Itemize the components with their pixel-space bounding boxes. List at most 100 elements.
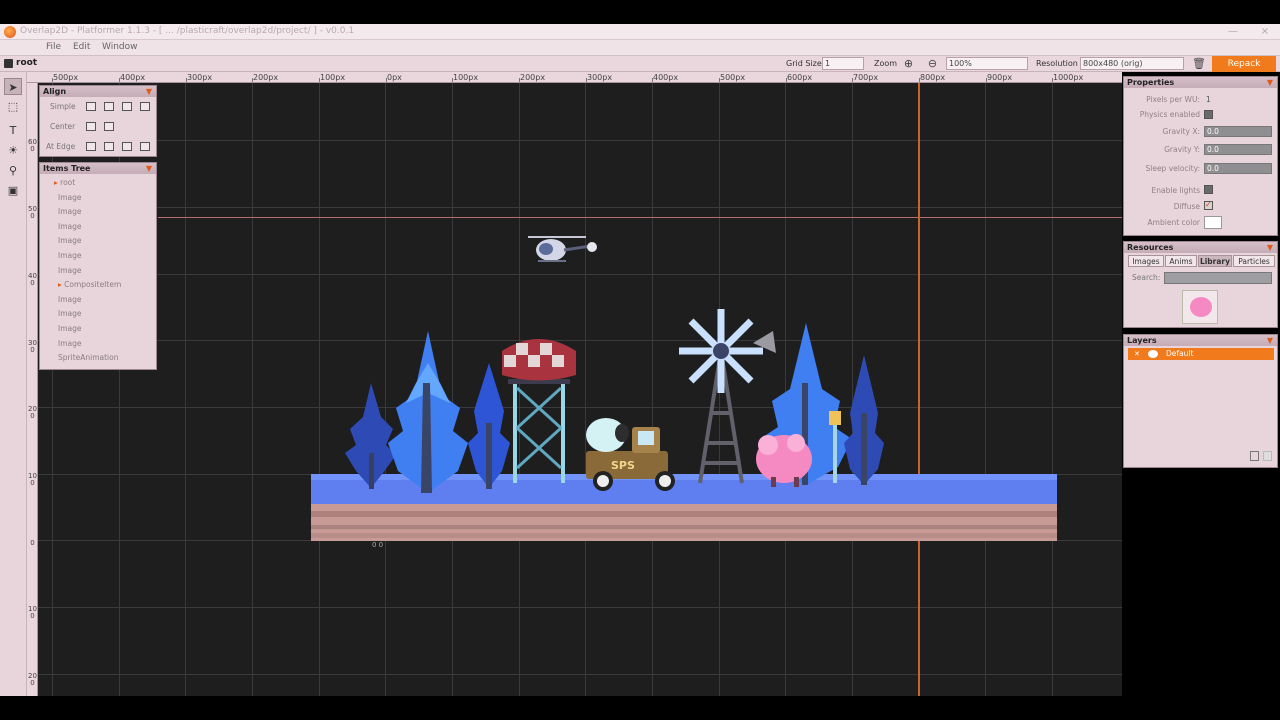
ruler-left-label: 100 — [28, 605, 37, 620]
tree-item[interactable]: Image — [58, 266, 82, 275]
lock-icon[interactable]: ✕ — [1134, 348, 1140, 360]
resources-search-input[interactable] — [1164, 272, 1272, 284]
grid-size-input[interactable]: 1 — [822, 57, 864, 70]
collapse-arrow-icon[interactable]: ▼ — [1267, 335, 1273, 346]
tree-item-label: Image — [58, 207, 82, 217]
tree-item[interactable]: Image — [58, 324, 82, 333]
ruler-left-label: 300 — [28, 339, 37, 354]
delete-layer-icon[interactable] — [1263, 451, 1272, 461]
gravity-x-label: Gravity X: — [1162, 127, 1200, 136]
ruler-top-label: 100px — [453, 73, 479, 82]
align-center-v-icon[interactable] — [104, 122, 114, 131]
breadcrumb-root[interactable]: root — [16, 58, 37, 68]
pan-tool-icon[interactable]: ▣ — [4, 182, 22, 199]
tree-item[interactable]: Image — [58, 295, 82, 304]
properties-header[interactable]: Properties ▼ — [1124, 77, 1277, 88]
tree-item-label: Image — [58, 309, 82, 319]
menu-edit[interactable]: Edit — [73, 42, 90, 52]
gravity-y-input[interactable]: 0.0 — [1204, 144, 1272, 155]
align-left-icon[interactable] — [86, 102, 96, 111]
ruler-top-label: 400px — [653, 73, 679, 82]
align-top-icon[interactable] — [104, 102, 114, 111]
layer-item[interactable]: ✕ Default — [1128, 348, 1274, 360]
tab-library[interactable]: Library — [1198, 255, 1232, 267]
tab-particles[interactable]: Particles — [1233, 255, 1275, 267]
delete-resolution-icon[interactable]: 🗑 — [1192, 57, 1206, 70]
tree-item-label: Image — [58, 324, 82, 333]
layers-title: Layers — [1127, 336, 1157, 345]
diffuse-checkbox[interactable] — [1204, 200, 1213, 210]
text-tool-icon[interactable]: T — [4, 122, 22, 139]
collapse-arrow-icon[interactable]: ▼ — [146, 163, 152, 174]
menu-file[interactable]: File — [46, 42, 61, 52]
ruler-left-label: 100 — [28, 472, 37, 487]
resources-title: Resources — [1127, 243, 1174, 252]
ruler-top-label: 300px — [587, 73, 613, 82]
scene-canvas[interactable]: SPS 0 0 — [38, 83, 1122, 696]
tree-item[interactable]: ▸ CompositeItem — [58, 280, 121, 289]
library-item-thumbnail[interactable] — [1182, 290, 1218, 324]
title-bar: Overlap2D - Platformer 1.1.3 - [ ... /pl… — [0, 24, 1280, 40]
tree-item-label: Image — [58, 192, 82, 202]
edge-right-icon[interactable] — [122, 142, 132, 151]
edge-bottom-icon[interactable] — [140, 142, 150, 151]
tree-item[interactable]: Image — [58, 207, 82, 216]
tree-item[interactable]: Image — [58, 309, 82, 318]
align-right-icon[interactable] — [122, 102, 132, 111]
ruler-top-label: 600px — [787, 73, 813, 82]
tree-item[interactable]: Image — [58, 339, 82, 348]
svg-text:SPS: SPS — [611, 459, 635, 472]
add-layer-icon[interactable] — [1250, 451, 1259, 461]
resources-header[interactable]: Resources ▼ — [1124, 242, 1277, 253]
pixels-per-wu-value[interactable]: 1 — [1206, 95, 1211, 104]
resolution-select[interactable]: 800x480 (orig) — [1080, 57, 1184, 70]
zoom-in-icon[interactable]: ⊕ — [902, 57, 915, 70]
scene-root-icon — [4, 59, 13, 68]
minimize-button[interactable]: — — [1226, 25, 1240, 38]
gravity-x-input[interactable]: 0.0 — [1204, 126, 1272, 137]
tree-item[interactable]: Image — [58, 193, 82, 202]
physics-enabled-checkbox[interactable] — [1204, 110, 1213, 119]
menu-window[interactable]: Window — [102, 42, 138, 52]
polygon-tool-icon[interactable]: ⚲ — [4, 162, 22, 179]
physics-enabled-label: Physics enabled — [1139, 110, 1200, 119]
zoom-label: Zoom — [874, 59, 898, 68]
scene-artwork: SPS — [311, 236, 1057, 541]
ruler-top-label: 0px — [387, 73, 402, 82]
collapse-arrow-icon[interactable]: ▼ — [1267, 242, 1273, 253]
layers-header[interactable]: Layers ▼ — [1124, 335, 1277, 346]
ruler-left-label: 200 — [28, 405, 37, 420]
edge-left-icon[interactable] — [86, 142, 96, 151]
items-tree-title: Items Tree — [43, 164, 91, 173]
tree-item[interactable]: Image — [58, 236, 82, 245]
align-panel-header[interactable]: Align ▼ — [40, 86, 156, 97]
sleep-velocity-input[interactable]: 0.0 — [1204, 163, 1272, 174]
edge-top-icon[interactable] — [104, 142, 114, 151]
eye-icon[interactable] — [1148, 350, 1158, 358]
align-center-h-icon[interactable] — [86, 122, 96, 131]
select-tool-icon[interactable]: ➤ — [4, 78, 22, 95]
items-tree-header[interactable]: Items Tree ▼ — [40, 163, 156, 174]
ruler-top-label: 500px — [720, 73, 746, 82]
ambient-color-swatch[interactable] — [1204, 216, 1222, 229]
zoom-out-icon[interactable]: ⊖ — [926, 57, 939, 70]
ruler-top-label: 100px — [320, 73, 346, 82]
light-tool-icon[interactable]: ☀ — [4, 142, 22, 159]
repack-button[interactable]: Repack — [1212, 56, 1276, 72]
tree-item-root[interactable]: ▸ root — [54, 178, 75, 187]
tab-images[interactable]: Images — [1128, 255, 1164, 267]
transform-tool-icon[interactable]: ⬚ — [4, 98, 22, 115]
tab-anims[interactable]: Anims — [1165, 255, 1197, 267]
collapse-arrow-icon[interactable]: ▼ — [1267, 77, 1273, 88]
tree-item[interactable]: SpriteAnimation — [58, 353, 118, 362]
ruler-top-label: 300px — [187, 73, 213, 82]
items-tree-panel: Items Tree ▼ ▸ root Image Image Image Image I… — [39, 162, 157, 370]
enable-lights-checkbox[interactable] — [1204, 185, 1213, 194]
zoom-input[interactable]: 100% — [946, 57, 1028, 70]
tree-item[interactable]: Image — [58, 222, 82, 231]
tree-item[interactable]: Image — [58, 251, 82, 260]
align-bottom-icon[interactable] — [140, 102, 150, 111]
close-button[interactable]: × — [1258, 25, 1272, 38]
collapse-arrow-icon[interactable]: ▼ — [146, 86, 152, 97]
water-tower — [502, 339, 576, 483]
